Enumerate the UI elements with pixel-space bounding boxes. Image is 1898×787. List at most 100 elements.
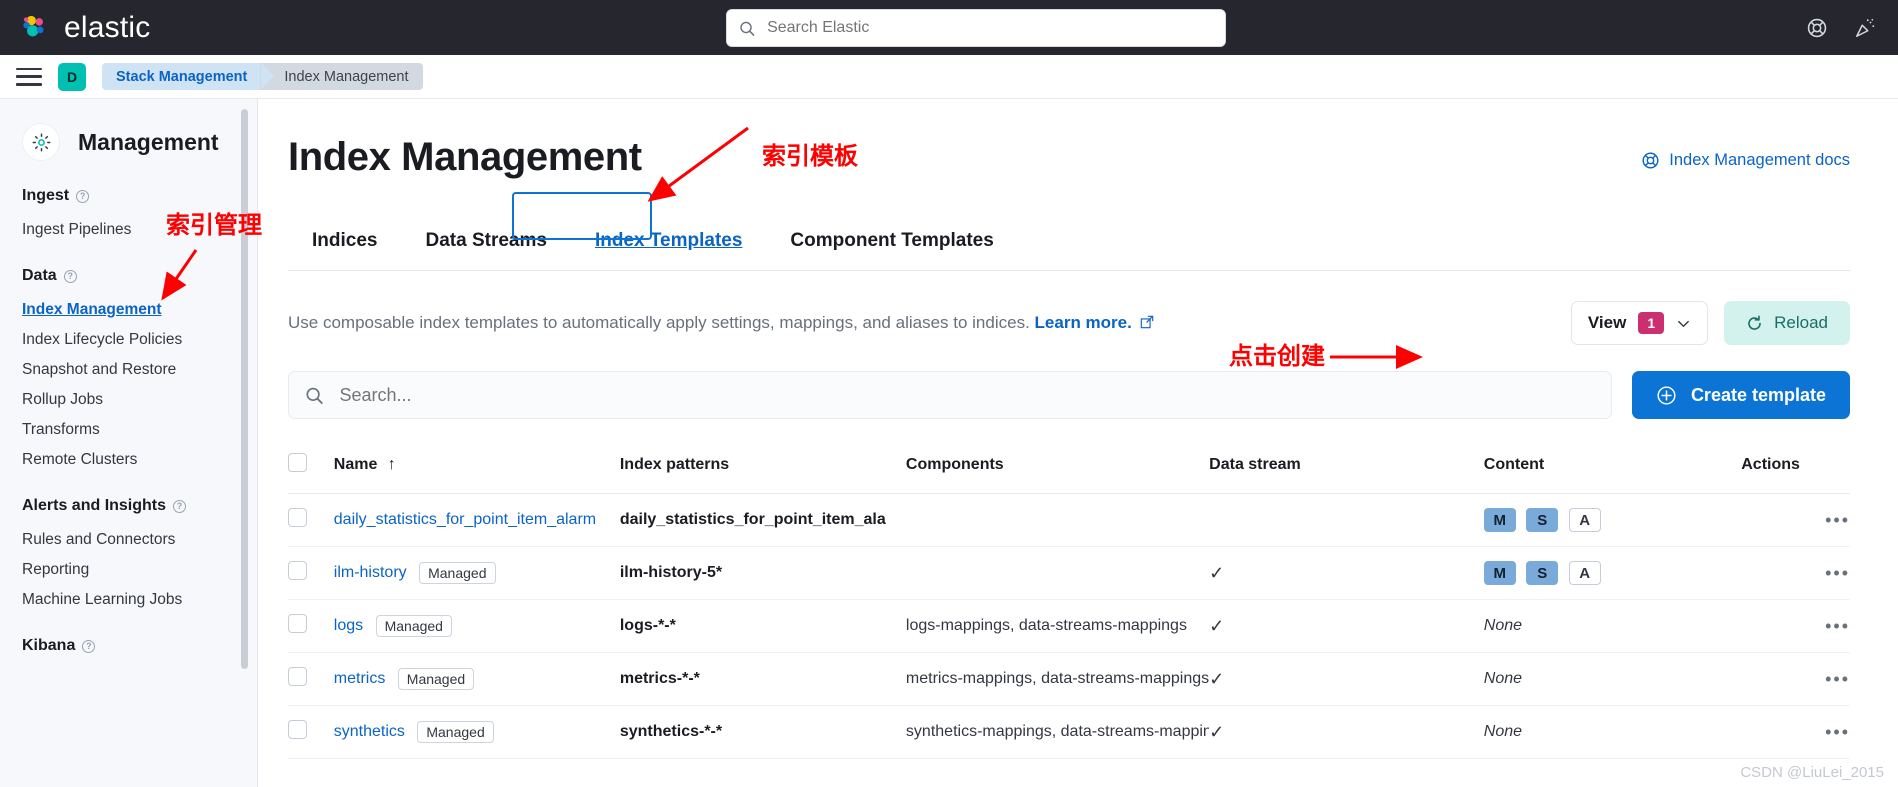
reload-button[interactable]: Reload bbox=[1724, 301, 1850, 345]
index-templates-table: Name ↑ Index patterns Components Data st… bbox=[288, 441, 1850, 759]
party-popper-icon[interactable] bbox=[1854, 17, 1876, 39]
sidebar-item-machine-learning-jobs[interactable]: Machine Learning Jobs bbox=[0, 585, 258, 615]
column-header-name-label: Name bbox=[333, 456, 378, 473]
row-data-stream-cell bbox=[1209, 493, 1484, 547]
row-actions-cell: ••• bbox=[1741, 652, 1850, 706]
templates-search-input[interactable] bbox=[337, 383, 1595, 407]
template-name-link[interactable]: daily_statistics_for_point_item_alarm bbox=[334, 511, 620, 529]
description-sentence: Use composable index templates to automa… bbox=[288, 313, 1030, 332]
row-data-stream-cell: ✓ bbox=[1209, 546, 1484, 600]
view-count-badge: 1 bbox=[1638, 312, 1665, 334]
row-checkbox[interactable] bbox=[288, 614, 307, 633]
tab-data-streams[interactable]: Data Streams bbox=[401, 220, 570, 270]
select-all-checkbox[interactable] bbox=[288, 453, 307, 472]
row-checkbox[interactable] bbox=[288, 667, 307, 686]
row-actions-menu-icon[interactable]: ••• bbox=[1825, 616, 1850, 636]
row-actions-menu-icon[interactable]: ••• bbox=[1825, 722, 1850, 742]
content-badge-aliases: A bbox=[1568, 508, 1601, 532]
column-header-data-stream[interactable]: Data stream bbox=[1209, 441, 1484, 494]
management-sidebar: Management Ingest ? Ingest Pipelines Dat… bbox=[0, 99, 258, 787]
sidebar-item-transforms[interactable]: Transforms bbox=[0, 415, 258, 445]
index-pattern-value: synthetics-*-* bbox=[619, 723, 723, 740]
tab-component-templates[interactable]: Component Templates bbox=[766, 220, 1017, 270]
global-search[interactable] bbox=[726, 9, 1226, 47]
content-none-value: None bbox=[1483, 670, 1523, 687]
external-link-icon[interactable] bbox=[1140, 315, 1154, 329]
row-index-patterns-cell: ilm-history-5* bbox=[619, 546, 906, 600]
row-actions-cell: ••• bbox=[1741, 493, 1850, 547]
managed-badge: Managed bbox=[417, 721, 494, 743]
sidebar-item-index-lifecycle-policies[interactable]: Index Lifecycle Policies bbox=[0, 325, 258, 355]
sidebar-item-rollup-jobs[interactable]: Rollup Jobs bbox=[0, 385, 258, 415]
help-circle-icon[interactable]: ? bbox=[63, 269, 77, 283]
row-checkbox[interactable] bbox=[288, 720, 307, 739]
sort-asc-icon: ↑ bbox=[387, 456, 396, 473]
breadcrumb-bar: D Stack Management Index Management bbox=[0, 55, 1898, 99]
sidebar-item-index-management[interactable]: Index Management bbox=[0, 295, 258, 325]
help-circle-icon[interactable]: ? bbox=[82, 639, 96, 653]
column-header-actions: Actions bbox=[1741, 441, 1850, 494]
row-components-cell: metrics-mappings, data-streams-mappings bbox=[905, 652, 1210, 706]
table-row[interactable]: metrics Managed metrics-*-* metrics-mapp… bbox=[288, 652, 1850, 706]
template-name-link[interactable]: metrics bbox=[334, 670, 386, 687]
global-search-input[interactable] bbox=[765, 18, 1213, 38]
sidebar-item-ingest-pipelines[interactable]: Ingest Pipelines bbox=[0, 215, 258, 245]
row-components-cell bbox=[905, 493, 1210, 547]
row-actions-menu-icon[interactable]: ••• bbox=[1825, 669, 1850, 689]
row-actions-cell: ••• bbox=[1741, 599, 1850, 653]
index-pattern-value: metrics-*-* bbox=[619, 670, 700, 687]
create-template-button[interactable]: Create template bbox=[1631, 371, 1850, 419]
lifebuoy-icon[interactable] bbox=[1806, 17, 1828, 39]
sidebar-item-remote-clusters[interactable]: Remote Clusters bbox=[0, 445, 258, 475]
row-checkbox[interactable] bbox=[288, 561, 307, 580]
table-row[interactable]: logs Managed logs-*-* logs-mappings, dat… bbox=[288, 599, 1850, 653]
column-header-name[interactable]: Name ↑ bbox=[333, 441, 620, 494]
breadcrumb-item-stack-management[interactable]: Stack Management bbox=[102, 63, 275, 90]
sidebar-title: Management bbox=[78, 128, 219, 155]
row-index-patterns-cell: daily_statistics_for_point_item_ala bbox=[619, 493, 906, 547]
row-name-cell: metrics Managed bbox=[333, 652, 620, 706]
row-index-patterns-cell: synthetics-*-* bbox=[619, 705, 906, 759]
check-icon: ✓ bbox=[1209, 668, 1225, 689]
page-title: Index Management bbox=[288, 135, 642, 179]
tab-indices[interactable]: Indices bbox=[288, 220, 401, 270]
view-filter-button[interactable]: View 1 bbox=[1570, 301, 1709, 345]
table-header-row: Name ↑ Index patterns Components Data st… bbox=[288, 441, 1850, 494]
elastic-logo[interactable]: elastic bbox=[20, 11, 150, 45]
row-content-cell: None bbox=[1483, 599, 1742, 653]
menu-toggle-button[interactable] bbox=[16, 67, 42, 86]
row-actions-menu-icon[interactable]: ••• bbox=[1825, 510, 1850, 530]
sidebar-item-reporting[interactable]: Reporting bbox=[0, 555, 258, 585]
select-all-header bbox=[288, 441, 334, 494]
row-name-cell: daily_statistics_for_point_item_alarm bbox=[333, 493, 620, 547]
table-row[interactable]: ilm-history Managed ilm-history-5* ✓ M S… bbox=[288, 546, 1850, 600]
check-icon: ✓ bbox=[1209, 562, 1225, 583]
tab-index-templates[interactable]: Index Templates bbox=[571, 220, 766, 270]
space-avatar[interactable]: D bbox=[58, 62, 86, 91]
template-name-link[interactable]: ilm-history bbox=[334, 564, 407, 581]
table-row[interactable]: synthetics Managed synthetics-*-* synthe… bbox=[288, 705, 1850, 759]
help-circle-icon[interactable]: ? bbox=[76, 189, 90, 203]
content-badge-settings: S bbox=[1526, 561, 1559, 585]
components-value: metrics-mappings, data-streams-mappings bbox=[905, 670, 1210, 687]
template-name-link[interactable]: logs bbox=[334, 617, 363, 634]
row-select-cell bbox=[288, 652, 334, 706]
row-actions-menu-icon[interactable]: ••• bbox=[1825, 563, 1850, 583]
sidebar-item-rules-and-connectors[interactable]: Rules and Connectors bbox=[0, 525, 258, 555]
column-header-components[interactable]: Components bbox=[905, 441, 1210, 494]
sidebar-item-snapshot-and-restore[interactable]: Snapshot and Restore bbox=[0, 355, 258, 385]
breadcrumb-item-index-management[interactable]: Index Management bbox=[260, 63, 423, 90]
table-row[interactable]: daily_statistics_for_point_item_alarm da… bbox=[288, 493, 1850, 547]
learn-more-link[interactable]: Learn more. bbox=[1035, 313, 1132, 332]
column-header-index-patterns[interactable]: Index patterns bbox=[619, 441, 906, 494]
sidebar-scrollbar[interactable] bbox=[241, 109, 248, 669]
template-name-link[interactable]: synthetics bbox=[334, 723, 405, 740]
help-circle-icon[interactable]: ? bbox=[173, 499, 187, 513]
sidebar-group-data: Data ? bbox=[0, 267, 258, 285]
column-header-content[interactable]: Content bbox=[1483, 441, 1742, 494]
index-management-docs-link[interactable]: Index Management docs bbox=[1641, 151, 1850, 170]
row-select-cell bbox=[288, 705, 334, 759]
templates-search-box[interactable] bbox=[288, 371, 1612, 419]
lifebuoy-icon bbox=[1642, 152, 1659, 169]
row-checkbox[interactable] bbox=[288, 508, 307, 527]
